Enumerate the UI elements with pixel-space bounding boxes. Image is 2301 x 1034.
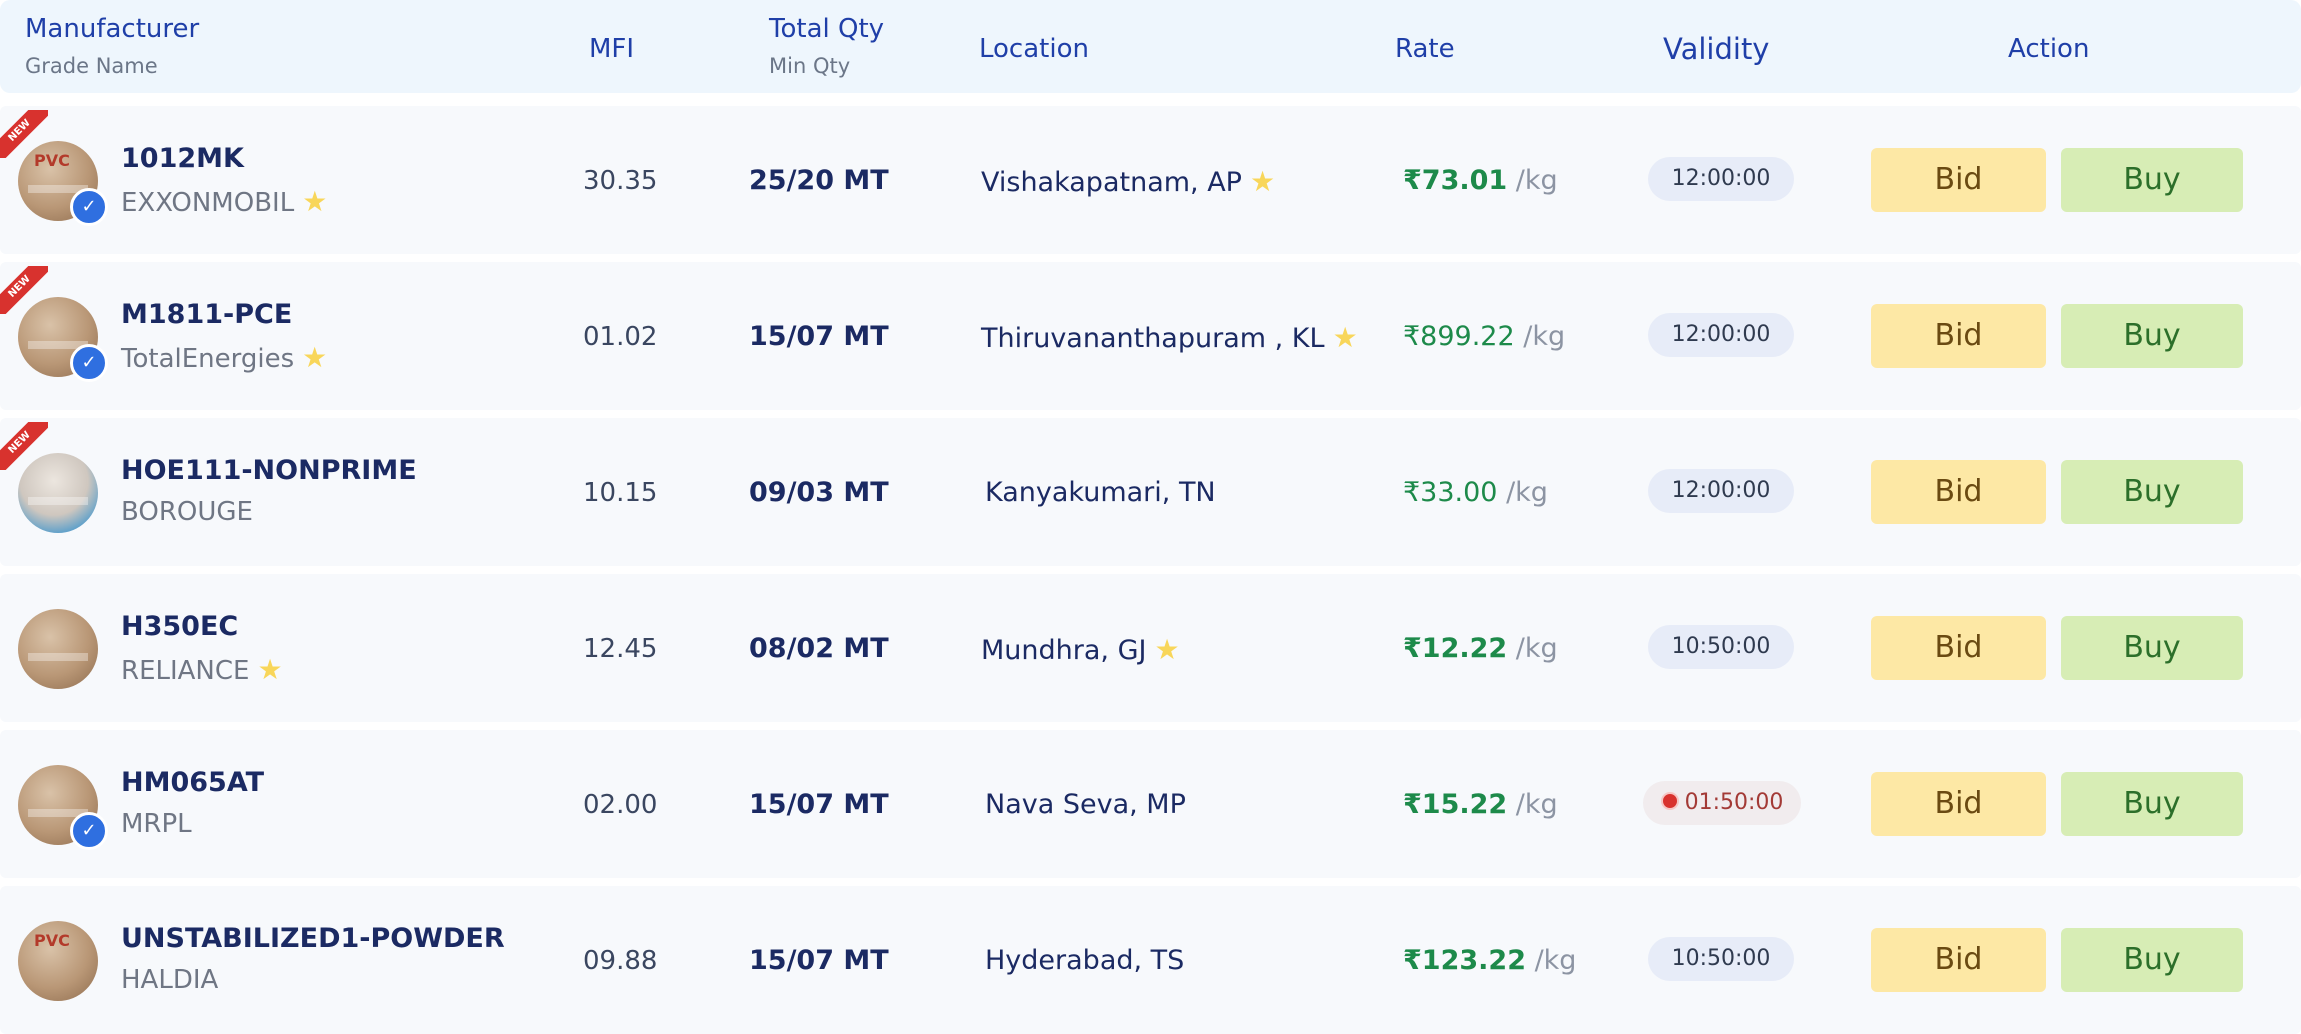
mfi-value: 09.88 [583,946,658,976]
table-row: PVC UNSTABILIZED1-POWDER HALDIA 09.88 15… [0,886,2301,1034]
qty-value: 15/07 MT [749,321,889,352]
star-icon: ★ [257,653,283,686]
star-icon: ★ [1154,633,1180,666]
bid-button[interactable]: Bid [1871,148,2046,212]
header-min-qty: Min Qty [769,54,851,78]
grade-name[interactable]: HOE111-NONPRIME [121,455,417,486]
manufacturer-name: MRPL [121,809,192,839]
validity-timer: 12:00:00 [1648,157,1794,201]
header-location: Location [979,34,1089,64]
product-image [18,453,98,533]
mfi-value: 01.02 [583,322,658,352]
alert-dot-icon [1660,792,1679,810]
star-icon: ★ [1249,165,1276,198]
validity-timer: 10:50:00 [1648,937,1794,981]
validity-timer: 12:00:00 [1648,469,1794,513]
grade-name[interactable]: HM065AT [121,767,264,798]
manufacturer-name: BOROUGE [121,497,253,527]
header-validity: Validity [1663,32,1770,66]
mfi-value: 10.15 [583,478,658,508]
grade-name[interactable]: M1811-PCE [121,299,292,330]
bid-button[interactable]: Bid [1871,304,2046,368]
table-row: ✓ HM065AT MRPL 02.00 15/07 MT Nava Seva,… [0,730,2301,878]
mfi-value: 12.45 [583,634,658,664]
bid-button[interactable]: Bid [1871,616,2046,680]
rate-value: ₹33.00 /kg [1403,477,1548,508]
table-row: NEW PVC ✓ 1012MK EXXONMOBIL ★ 30.35 25/20… [0,106,2301,254]
rate-value: ₹15.22 /kg [1403,789,1558,820]
header-grade-name: Grade Name [25,54,158,78]
star-icon: ★ [302,341,328,374]
manufacturer-name: EXXONMOBIL ★ [121,185,328,218]
validity-timer: 01:50:00 [1643,781,1801,825]
buy-button[interactable]: Buy [2061,304,2243,368]
qty-value: 25/20 MT [749,165,889,196]
table-row: H350EC RELIANCE ★ 12.45 08/02 MT Mundhra,… [0,574,2301,722]
manufacturer-name: HALDIA [121,965,219,995]
grade-name[interactable]: H350EC [121,611,238,642]
manufacturer-name: TotalEnergies ★ [121,341,328,374]
bid-button[interactable]: Bid [1871,772,2046,836]
validity-timer: 10:50:00 [1648,625,1794,669]
table-row: NEW ✓ M1811-PCE TotalEnergies ★ 01.02 15/… [0,262,2301,410]
star-icon: ★ [1332,321,1358,354]
buy-button[interactable]: Buy [2061,616,2243,680]
mfi-value: 02.00 [583,790,658,820]
product-image: PVC [18,921,98,1001]
check-badge-icon: ✓ [70,188,108,226]
qty-value: 09/03 MT [749,477,889,508]
check-badge-icon: ✓ [70,344,108,382]
table-row: NEW HOE111-NONPRIME BOROUGE 10.15 09/03 … [0,418,2301,566]
qty-value: 15/07 MT [749,945,889,976]
rate-value: ₹12.22 /kg [1403,633,1558,664]
product-image [18,609,98,689]
bid-button[interactable]: Bid [1871,928,2046,992]
manufacturer-name: RELIANCE ★ [121,653,283,686]
header-mfi: MFI [589,34,635,64]
buy-button[interactable]: Buy [2061,772,2243,836]
location-value: Kanyakumari, TN [985,477,1216,508]
qty-value: 08/02 MT [749,633,889,664]
check-badge-icon: ✓ [70,812,108,850]
header-manufacturer: Manufacturer [25,14,200,44]
location-value: Hyderabad, TS [985,945,1185,976]
buy-button[interactable]: Buy [2061,928,2243,992]
rate-value: ₹899.22 /kg [1403,321,1566,352]
star-icon: ★ [302,185,328,218]
qty-value: 15/07 MT [749,789,889,820]
bid-button[interactable]: Bid [1871,460,2046,524]
location-value: Nava Seva, MP [985,789,1186,820]
location-value: Vishakapatnam, AP ★ [981,165,1276,198]
location-value: Mundhra, GJ ★ [981,633,1180,666]
rate-value: ₹123.22 /kg [1403,945,1577,976]
header-total-qty: Total Qty [769,14,885,44]
header-action: Action [2008,34,2090,64]
grade-name[interactable]: UNSTABILIZED1-POWDER [121,923,505,954]
grade-name[interactable]: 1012MK [121,143,244,174]
validity-timer: 12:00:00 [1648,313,1794,357]
table-header: Manufacturer Grade Name MFI Total Qty Mi… [0,0,2301,93]
rate-value: ₹73.01 /kg [1403,165,1558,196]
buy-button[interactable]: Buy [2061,460,2243,524]
location-value: Thiruvananthapuram , KL ★ [981,321,1358,354]
buy-button[interactable]: Buy [2061,148,2243,212]
header-rate: Rate [1395,34,1455,64]
mfi-value: 30.35 [583,166,658,196]
